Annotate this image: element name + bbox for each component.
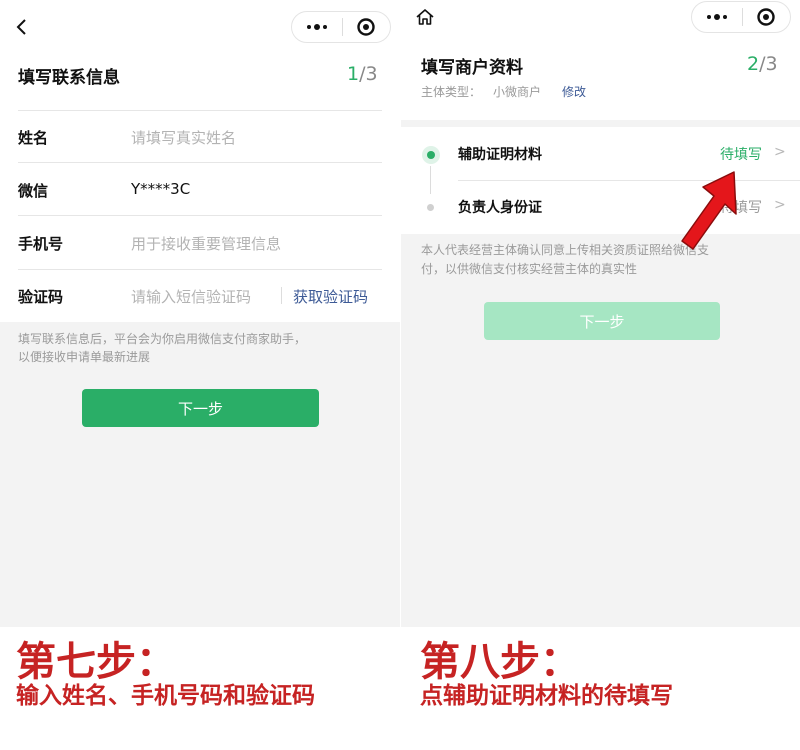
more-dots-icon[interactable] xyxy=(292,12,342,42)
step-indicator: 1/3 xyxy=(347,63,378,85)
code-divider xyxy=(281,287,282,304)
back-chevron-icon[interactable] xyxy=(14,18,30,36)
notice-line-1: 填写联系信息后，平台会为你启用微信支付商家助手， xyxy=(18,332,307,346)
target-icon[interactable] xyxy=(342,12,390,42)
consent-line-2: 付，以供微信支付核实经营主体的真实性 xyxy=(421,262,638,276)
chevron-right-icon: > xyxy=(774,197,786,213)
wechat-value: Y****3C xyxy=(131,180,191,198)
step-total: /3 xyxy=(759,53,778,75)
idle-step-dot xyxy=(427,204,434,211)
red-arrow-icon xyxy=(681,171,737,250)
mini-program-capsule xyxy=(291,11,391,43)
wechat-label: 微信 xyxy=(18,182,49,200)
step-current: 1 xyxy=(347,63,360,85)
name-label: 姓名 xyxy=(18,129,49,147)
supporting-material-status[interactable]: 待填写 xyxy=(720,144,762,164)
more-dots-icon[interactable] xyxy=(692,2,742,32)
home-icon[interactable] xyxy=(415,8,435,26)
code-input[interactable]: 请输入短信验证码 xyxy=(131,286,251,307)
step-indicator: 2/3 xyxy=(747,53,778,75)
divider xyxy=(18,162,382,163)
step-total: /3 xyxy=(359,63,378,85)
divider xyxy=(18,269,382,270)
next-button[interactable]: 下一步 xyxy=(82,389,319,427)
divider xyxy=(18,215,382,216)
name-input[interactable]: 请填写真实姓名 xyxy=(131,127,236,148)
supporting-material-label[interactable]: 辅助证明材料 xyxy=(458,144,542,164)
mini-program-capsule xyxy=(691,1,791,33)
edit-subject-link[interactable]: 修改 xyxy=(562,83,586,100)
active-step-dot xyxy=(422,146,440,164)
contact-form-card xyxy=(0,0,400,322)
divider xyxy=(18,110,382,111)
step-current: 2 xyxy=(747,53,760,75)
caption-step-7-text: 输入姓名、手机号码和验证码 xyxy=(16,683,315,709)
page-title: 填写联系信息 xyxy=(18,68,120,88)
page-title: 填写商户资料 xyxy=(421,58,523,78)
phone-input[interactable]: 用于接收重要管理信息 xyxy=(131,233,281,254)
code-label: 验证码 xyxy=(18,288,64,306)
left-screen: 填写联系信息 1/3 姓名 请填写真实姓名 微信 Y****3C 手机号 用于接… xyxy=(0,0,400,627)
step-connector xyxy=(430,166,431,194)
phone-label: 手机号 xyxy=(18,235,64,253)
notice-line-2: 以便接收申请单最新进展 xyxy=(18,350,151,364)
id-card-label[interactable]: 负责人身份证 xyxy=(458,197,542,217)
subject-type-value: 小微商户 xyxy=(493,85,542,99)
next-button-disabled[interactable]: 下一步 xyxy=(484,302,720,340)
get-code-button[interactable]: 获取验证码 xyxy=(293,286,368,307)
right-screen: 填写商户资料 2/3 主体类型： 小微商户 修改 辅助证明材料 待填写 > 负责… xyxy=(401,0,800,627)
consent-line-1: 本人代表经营主体确认同意上传相关资质证照给微信支 xyxy=(421,243,710,257)
subject-type-label: 主体类型： xyxy=(421,85,482,99)
chevron-right-icon: > xyxy=(774,144,786,160)
caption-step-8-text: 点辅助证明材料的待填写 xyxy=(420,683,673,709)
target-icon[interactable] xyxy=(742,2,790,32)
